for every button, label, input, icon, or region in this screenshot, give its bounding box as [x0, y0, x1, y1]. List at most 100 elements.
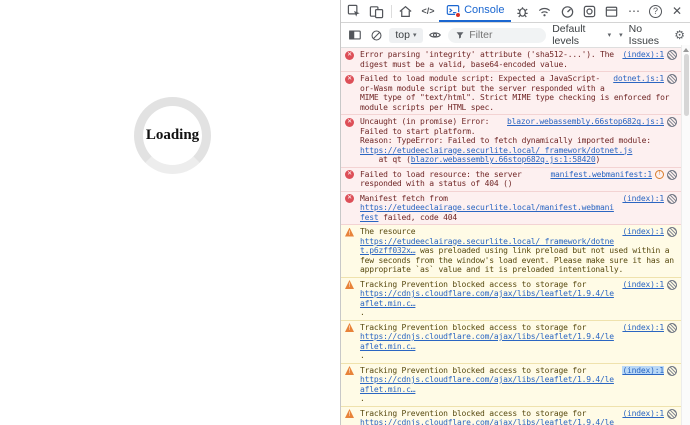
copilot-explain-icon[interactable]: [667, 170, 677, 180]
copilot-explain-icon[interactable]: [667, 366, 677, 376]
message-body: (index):1 Tracking Prevention blocked acc…: [360, 323, 677, 361]
scrollbar-up-icon[interactable]: [683, 48, 689, 52]
console-settings-icon[interactable]: ⚙: [674, 28, 685, 42]
more-tabs-icon[interactable]: ⋯: [623, 4, 645, 18]
devtools-tabbar: </> Console: [341, 0, 690, 23]
context-selector[interactable]: top ▾: [389, 28, 422, 43]
message-body: (index):1Error parsing 'integrity' attri…: [360, 50, 677, 69]
scrollbar-thumb[interactable]: [684, 54, 689, 116]
message-text: Tracking Prevention blocked access to st…: [360, 409, 591, 418]
layout-icon[interactable]: [601, 0, 623, 22]
copilot-explain-icon[interactable]: [667, 280, 677, 290]
copilot-explain-icon[interactable]: [667, 194, 677, 204]
source-link[interactable]: (index):1: [622, 194, 664, 204]
message-link[interactable]: https://cdnjs.cloudflare.com/ajax/libs/l…: [360, 418, 614, 425]
console-log: ✕(index):1Error parsing 'integrity' attr…: [341, 48, 690, 425]
console-error-badge: [455, 12, 461, 18]
help-icon[interactable]: ?: [649, 5, 662, 18]
error-icon: ✕: [345, 194, 354, 203]
tab-console[interactable]: Console: [439, 0, 511, 22]
source-link[interactable]: (index):1: [622, 409, 664, 419]
message-text: .: [360, 351, 365, 360]
copilot-explain-icon[interactable]: [667, 50, 677, 60]
warning-icon: !: [345, 323, 354, 332]
console-tab-label: Console: [464, 4, 504, 16]
source-link[interactable]: (index):1: [622, 50, 664, 60]
live-expression-icon[interactable]: [427, 26, 445, 44]
toolbar-right-group: Default levels ▾ ▾ No Issues ⚙: [550, 23, 685, 47]
filter-input[interactable]: [469, 29, 539, 41]
message-meta: (index):1: [622, 409, 677, 419]
console-sidebar-icon[interactable]: [346, 26, 364, 44]
warning-icon: !: [345, 409, 354, 418]
message-meta: dotnet.js:1: [613, 74, 677, 84]
message-text: .: [360, 394, 365, 403]
message-text: Tracking Prevention blocked access to st…: [360, 280, 591, 289]
console-message: ! (index):1 Tracking Prevention blocked ac…: [341, 364, 681, 407]
message-text: Error parsing 'integrity' attribute ('sh…: [360, 50, 619, 69]
message-body: manifest.webmanifest:1!Failed to load re…: [360, 170, 677, 189]
copilot-explain-icon[interactable]: [667, 117, 677, 127]
message-meta: blazor.webassembly.66stop682q.js:1: [507, 117, 677, 127]
filter-box[interactable]: [448, 28, 546, 43]
copilot-explain-icon[interactable]: [667, 74, 677, 84]
source-link[interactable]: dotnet.js:1: [613, 74, 664, 84]
copilot-explain-icon[interactable]: [667, 227, 677, 237]
warning-icon: !: [345, 280, 354, 289]
source-link[interactable]: (index):1: [622, 227, 664, 237]
message-text: Tracking Prevention blocked access to st…: [360, 366, 591, 375]
message-meta: (index):1: [622, 323, 677, 333]
message-body: blazor.webassembly.66stop682q.js:1Uncaug…: [360, 117, 677, 165]
message-link[interactable]: https://cdnjs.cloudflare.com/ajax/libs/l…: [360, 332, 614, 351]
message-text: ): [595, 155, 600, 164]
copilot-explain-icon[interactable]: [667, 409, 677, 419]
message-text: Manifest fetch from: [360, 194, 452, 203]
message-link[interactable]: https://etudeeclairage.securlite.local/_…: [360, 146, 632, 155]
message-meta: (index):1: [622, 227, 677, 237]
message-link[interactable]: https://cdnjs.cloudflare.com/ajax/libs/l…: [360, 289, 614, 308]
performance-icon[interactable]: [556, 0, 578, 22]
chevron-down-icon[interactable]: ▾: [619, 31, 623, 39]
message-text: .: [360, 308, 365, 317]
message-meta: (index):1: [622, 50, 677, 60]
devtools-panel: </> Console: [341, 0, 690, 425]
sources-tab-icon[interactable]: </>: [417, 0, 439, 22]
console-message: !(index):1The resource https://etudeecla…: [341, 225, 681, 278]
console-message: ✕ (index):1Error parsing 'integrity' attr…: [341, 48, 681, 72]
console-message: ! (index):1 Tracking Prevention blocked ac…: [341, 321, 681, 364]
source-link[interactable]: (index):1: [622, 323, 664, 333]
chevron-down-icon: ▾: [608, 31, 612, 39]
loading-spinner: Loading: [134, 97, 211, 174]
error-icon: ✕: [345, 51, 354, 60]
application-icon[interactable]: [578, 0, 600, 22]
source-link[interactable]: (index):1: [622, 280, 664, 290]
console-scrollbar[interactable]: [681, 45, 690, 425]
message-link[interactable]: https://cdnjs.cloudflare.com/ajax/libs/l…: [360, 375, 614, 394]
message-text: Tracking Prevention blocked access to st…: [360, 323, 591, 332]
issues-counter[interactable]: No Issues: [629, 23, 669, 47]
source-link[interactable]: (index):1: [622, 366, 664, 376]
source-link[interactable]: blazor.webassembly.66stop682q.js:1: [507, 117, 664, 127]
default-levels-label: Default levels: [552, 23, 604, 47]
console-message: ! (index):1 Tracking Prevention blocked ac…: [341, 407, 681, 425]
debugger-icon[interactable]: [511, 0, 533, 22]
network-icon[interactable]: [534, 0, 556, 22]
message-body: (index):1The resource https://etudeeclai…: [360, 227, 677, 275]
error-icon: ✕: [345, 118, 354, 127]
home-tab-icon[interactable]: [395, 0, 417, 22]
close-devtools-icon[interactable]: ✕: [666, 4, 688, 18]
toolbar-divider: [391, 5, 392, 18]
message-link[interactable]: blazor.webassembly.66stop682q.js:1:58420: [411, 155, 596, 164]
clear-console-icon[interactable]: [368, 26, 386, 44]
issue-badge-icon[interactable]: !: [655, 170, 664, 179]
message-body: (index):1 Tracking Prevention blocked acc…: [360, 409, 677, 425]
device-emulation-icon[interactable]: [365, 0, 387, 22]
source-link[interactable]: manifest.webmanifest:1: [550, 170, 652, 180]
message-meta: (index):1: [622, 194, 677, 204]
warning-icon: !: [345, 366, 354, 375]
copilot-explain-icon[interactable]: [667, 323, 677, 333]
console-message: ✕dotnet.js:1Failed to load module script…: [341, 72, 681, 115]
inspect-icon[interactable]: [343, 0, 365, 22]
default-levels-dropdown[interactable]: Default levels ▾: [550, 28, 613, 43]
console-toolbar: top ▾ Default levels ▾ ▾ No I: [341, 23, 690, 48]
